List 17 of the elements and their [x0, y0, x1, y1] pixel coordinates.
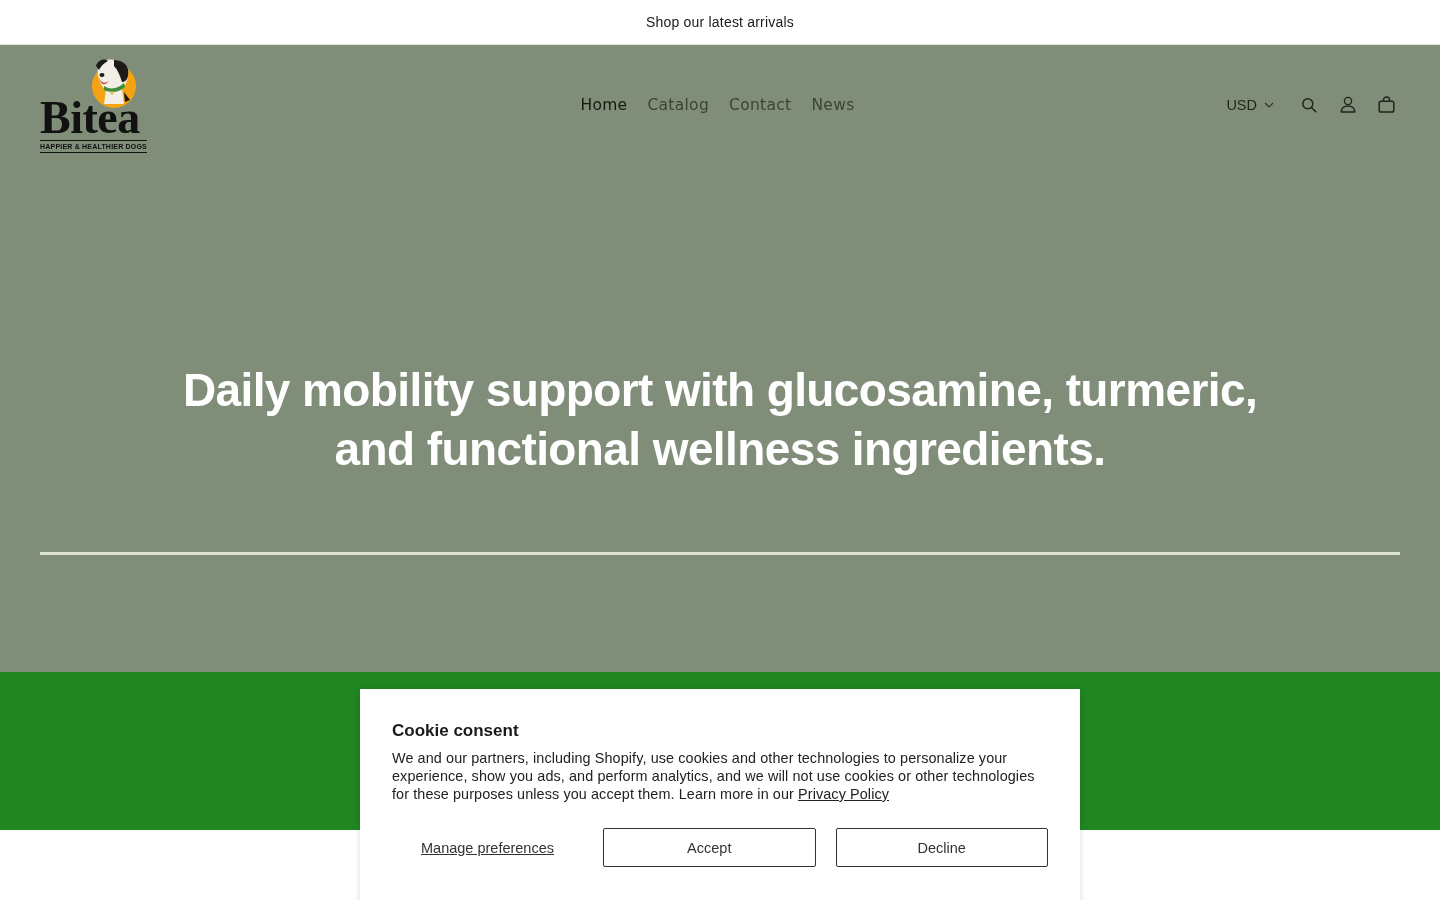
nav-link[interactable]: News — [811, 95, 855, 114]
consent-button[interactable]: Decline — [835, 828, 1048, 867]
caret-icon — [1264, 101, 1274, 108]
announcement-text: Shop our latest arrivals — [646, 14, 794, 30]
search-icon[interactable] — [1300, 96, 1317, 113]
shopping-bag-icon[interactable] — [1378, 96, 1395, 113]
currency-selector[interactable]: USD — [1226, 96, 1274, 113]
consent-button[interactable]: Accept — [603, 828, 816, 867]
hero-heading: Daily mobility support with glucosamine, turmeric, and functional wellness ingredients. — [181, 363, 1259, 477]
privacy-policy-link[interactable]: Privacy Policy — [798, 786, 890, 802]
cookie-notice-text: We and our partners, including Shopify, use cookies and other technologies to personalize your experience, show you ads, and perform analytics, and we will not use cookies or other technologies for these purposes unless you accept them. Learn more in our Privacy Policy — [392, 749, 1036, 803]
account-icon[interactable] — [1339, 96, 1356, 113]
nav-link[interactable]: Catalog — [647, 95, 710, 114]
logo-wordmark[interactable]: Bitea — [40, 100, 140, 136]
dialog-title: Cookie consent — [392, 721, 520, 741]
nav-link[interactable]: Contact — [729, 95, 792, 114]
nav-link[interactable]: Home — [580, 95, 628, 114]
